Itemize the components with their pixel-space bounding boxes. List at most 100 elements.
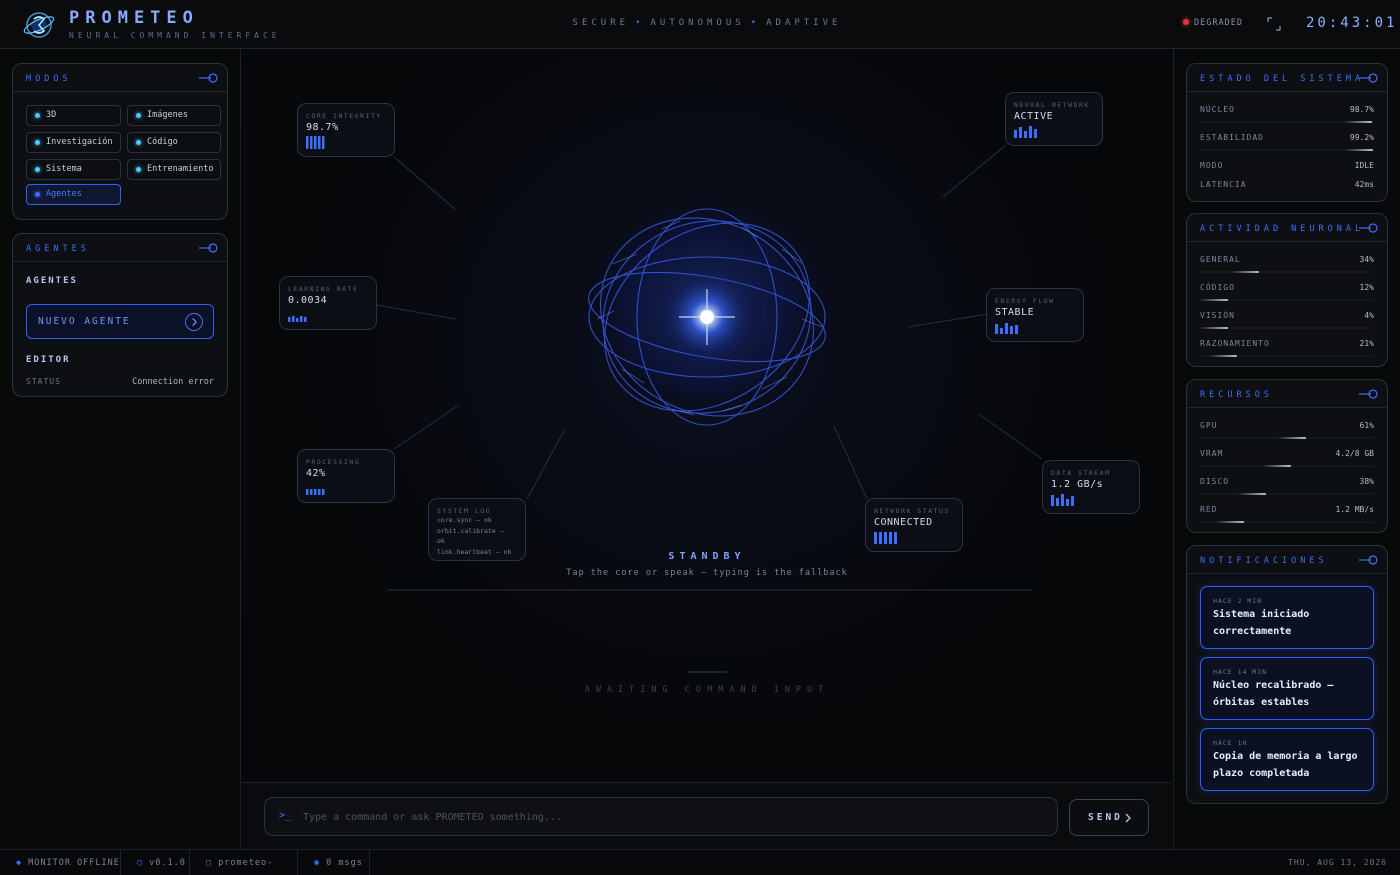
status-footer: ◆MONITOR OFFLINE ○v0.1.0 □prometeo-core … — [0, 849, 1400, 875]
mode-label: Investigación — [46, 137, 113, 147]
mode-dot-icon — [136, 167, 141, 172]
notification-time: HACE 2 MIN — [1213, 597, 1263, 605]
hud-label: NETWORK STATUS — [874, 507, 950, 515]
awaiting-command-text: AWAITING COMMAND INPUT — [584, 685, 830, 695]
hud-learning-rate: LEARNING RATE 0.0034 — [279, 276, 377, 330]
hud-core-integrity: CORE INTEGRITY 98.7% — [297, 103, 395, 157]
metric-gpu: GPU 61% — [1200, 421, 1374, 441]
agents-panel-title: AGENTES — [26, 244, 90, 254]
metric-bar — [1200, 437, 1374, 439]
metric-bar-fill — [1200, 299, 1228, 301]
send-button[interactable]: SEND — [1069, 799, 1149, 836]
new-agent-button[interactable]: NUEVO AGENTE — [26, 304, 214, 339]
brand-subtitle: NEURAL COMMAND INTERFACE — [69, 31, 281, 40]
notification-text: Copia de memoria a largo plazo completad… — [1213, 751, 1358, 779]
command-input[interactable] — [303, 807, 1043, 827]
metric-value: 98.7% — [1349, 105, 1374, 114]
metric-bar — [1200, 299, 1374, 301]
metric-bar-fill — [1344, 149, 1373, 151]
resources-panel: RECURSOS GPU 61% VRAM 4.2/8 GB DISCO 38%… — [1186, 379, 1388, 533]
notification-card[interactable]: HACE 1H Copia de memoria a largo plazo c… — [1200, 728, 1374, 791]
command-bar: >_ SEND — [242, 782, 1172, 849]
hud-label: SYSTEM LOG — [437, 507, 492, 515]
hud-value: 98.7% — [306, 122, 339, 133]
notification-card[interactable]: HACE 2 MIN Sistema iniciado correctament… — [1200, 586, 1374, 649]
bars-icon — [995, 323, 1018, 334]
metric-name: LATENCIA — [1200, 180, 1247, 189]
mode-agentes[interactable]: Agentes — [26, 184, 121, 205]
mode-codigo[interactable]: Código — [127, 132, 221, 153]
metric-name: RED — [1200, 505, 1218, 514]
pin-icon[interactable] — [199, 72, 219, 84]
mode-imagenes[interactable]: Imágenes — [127, 105, 221, 126]
footer-project: □ prometeo-core — [190, 850, 298, 875]
agent-status-value: Connection error — [132, 377, 214, 387]
pin-icon[interactable] — [1359, 72, 1379, 84]
hud-value: CONNECTED — [874, 517, 933, 528]
bars-icon — [306, 489, 325, 495]
mode-entrenamiento[interactable]: Entrenamiento — [127, 159, 221, 180]
metric-bar — [1200, 149, 1374, 151]
metric-name: GENERAL — [1200, 255, 1241, 264]
mode-3d[interactable]: 3D — [26, 105, 121, 126]
agents-panel-header: AGENTES — [13, 234, 227, 262]
metric-value: 4.2/8 GB — [1335, 449, 1374, 458]
diamond-icon: ◆ — [16, 858, 23, 868]
prometeo-logo-icon — [23, 12, 55, 38]
footer-version-text: v0.1.0 — [149, 858, 186, 868]
metric-name: ESTABILIDAD — [1200, 133, 1264, 142]
separator-dot-icon: • — [635, 18, 645, 28]
pin-icon[interactable] — [199, 242, 219, 254]
notification-text: Núcleo recalibrado — órbitas estables — [1213, 680, 1334, 708]
hud-label: NEURAL NETWORK — [1014, 101, 1090, 109]
standby-hint: Tap the core or speak — typing is the fa… — [566, 568, 848, 578]
hud-energy-flow: ENERGY FLOW STABLE — [986, 288, 1084, 342]
status-label: STATUS — [26, 377, 61, 386]
metric-name: VRAM — [1200, 449, 1224, 458]
ring-icon: ○ — [137, 858, 144, 868]
metric-bar-fill — [1343, 121, 1372, 123]
metric-value: 21% — [1359, 339, 1374, 348]
core-scene — [376, 144, 1043, 673]
mode-investigacion[interactable]: Investigación — [26, 132, 121, 153]
footer-date: THU, AUG 13, 2026 — [1288, 858, 1387, 867]
metric-estabilidad: ESTABILIDAD 99.2% — [1200, 133, 1374, 153]
pin-icon[interactable] — [1359, 554, 1379, 566]
log-line: orbit.calibrate — — [437, 526, 504, 535]
hud-value: 42% — [306, 468, 326, 479]
mode-label: 3D — [46, 110, 57, 120]
tagline-autonomous: AUTONOMOUS — [650, 18, 745, 28]
mode-sistema[interactable]: Sistema — [26, 159, 121, 180]
metric-value: 34% — [1359, 255, 1374, 264]
tagline-secure: SECURE — [572, 18, 630, 28]
notification-card[interactable]: HACE 14 MIN Núcleo recalibrado — órbitas… — [1200, 657, 1374, 720]
mode-dot-icon — [35, 192, 40, 197]
metric-bar-fill — [1215, 521, 1244, 523]
metric-bar-fill — [1200, 327, 1228, 329]
metric-codigo: CÓDIGO 12% — [1200, 283, 1374, 303]
modes-panel-header: MODOS — [13, 64, 227, 92]
metric-bar-fill — [1238, 493, 1267, 495]
mode-dot-icon — [136, 113, 141, 118]
metric-bar-fill — [1263, 465, 1292, 467]
status-text: DEGRADED — [1194, 18, 1243, 28]
metric-name: VISIÓN — [1200, 311, 1235, 320]
footer-messages: ◉ 0 msgs — [298, 850, 370, 875]
metric-name: GPU — [1200, 421, 1218, 430]
pin-icon[interactable] — [1359, 222, 1379, 234]
modes-panel-title: MODOS — [26, 74, 72, 84]
log-line: core.sync — ok — [437, 516, 492, 524]
fullscreen-icon[interactable] — [1267, 17, 1281, 31]
status-dot-icon — [1183, 19, 1189, 25]
hud-neural-network: NEURAL NETWORK ACTIVE — [1005, 92, 1103, 146]
mode-dot-icon — [136, 140, 141, 145]
mode-label: Imágenes — [147, 110, 188, 120]
mode-label: Agentes — [46, 189, 82, 199]
clock: 20:43:01 — [1306, 15, 1398, 31]
system-status-indicator: DEGRADED — [1183, 18, 1243, 28]
metric-razonamiento: RAZONAMIENTO 21% — [1200, 339, 1374, 359]
pin-icon[interactable] — [1359, 388, 1379, 400]
notifications-header: NOTIFICACIONES — [1187, 546, 1387, 574]
metric-modo: MODO IDLE — [1200, 161, 1374, 181]
neural-activity-panel: ACTIVIDAD NEURONAL GENERAL 34% CÓDIGO 12… — [1186, 213, 1388, 367]
